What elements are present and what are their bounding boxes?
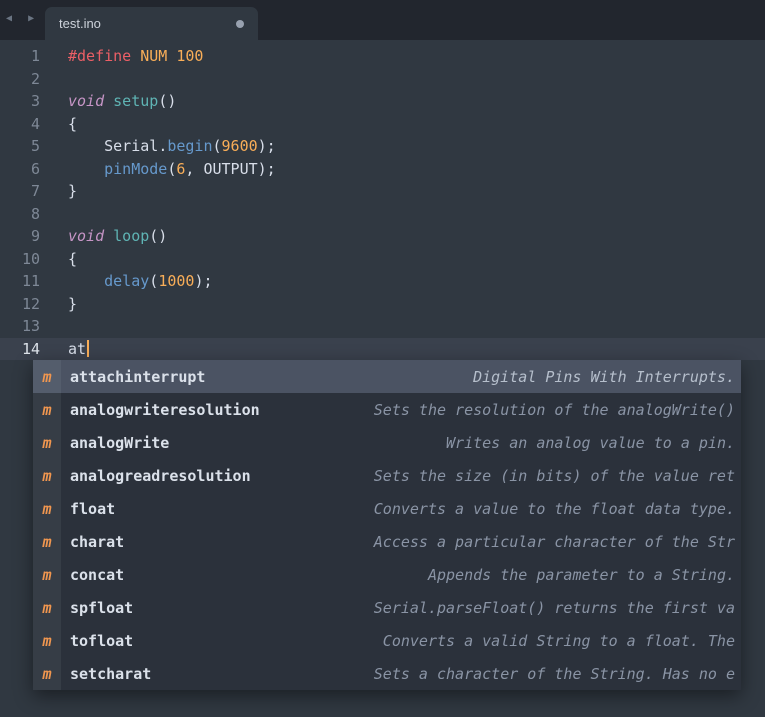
code-editor[interactable]: 1 #define NUM 100 2 3 void setup() 4{5 Serial… — [0, 40, 765, 717]
completion-annotation: Appends the parameter to a String. — [427, 565, 735, 584]
completion-item-analogWrite[interactable]: m analogWrite Writes an analog value to a … — [33, 426, 741, 459]
line-number: 14 — [21, 339, 40, 358]
completion-annotation: Access a particular character of the Str — [373, 532, 735, 551]
code-text: delay(1000); — [104, 272, 213, 290]
tab-scroll-right-icon[interactable]: ▶ — [28, 13, 39, 24]
completion-label: analogwriteresolution — [70, 400, 260, 419]
line-number: 12 — [21, 294, 40, 313]
completion-kind-icon: m — [33, 624, 61, 657]
completion-label: charat — [70, 532, 125, 551]
autocomplete-popup: m attachinterrupt Digital Pins With Interr… — [33, 360, 741, 690]
code-line-12[interactable]: 12} — [0, 293, 765, 316]
line-number: 3 — [30, 92, 40, 110]
line-number: 13 — [21, 317, 40, 335]
code-text: void setup() — [68, 92, 177, 110]
line-number: 7 — [30, 182, 40, 200]
line-number: 5 — [30, 137, 40, 155]
completion-kind-icon: m — [33, 657, 61, 690]
completion-label: setcharat — [70, 664, 152, 683]
completion-kind-icon: m — [33, 525, 61, 558]
completion-kind-icon: m — [33, 492, 61, 525]
code-line-3[interactable]: 3 void setup() — [0, 90, 765, 113]
text-caret — [87, 339, 90, 357]
completion-kind-icon: m — [33, 459, 61, 492]
completion-annotation: Serial.parseFloat() returns the first va — [373, 598, 735, 617]
tab-test-ino[interactable]: test.ino — [45, 7, 258, 40]
completion-label: float — [70, 499, 116, 518]
code-line-13[interactable]: 13 — [0, 315, 765, 338]
code-text: void loop() — [68, 227, 168, 245]
code-line-5[interactable]: 5 Serial.begin(9600); — [0, 135, 765, 158]
modified-indicator-icon[interactable] — [236, 19, 244, 28]
completion-label: analogWrite — [70, 433, 170, 452]
code-line-8[interactable]: 8 — [0, 203, 765, 226]
code-line-4[interactable]: 4{ — [0, 113, 765, 136]
line-number: 4 — [30, 114, 40, 133]
completion-kind-icon: m — [33, 360, 61, 393]
completion-item-spfloat[interactable]: m spfloat Serial.parseFloat() returns the … — [33, 591, 741, 624]
completion-item-tofloat[interactable]: m tofloat Converts a valid String to a flo… — [33, 624, 741, 657]
line-number: 1 — [30, 47, 40, 65]
code-text: { — [68, 249, 78, 268]
completion-item-float[interactable]: m float Converts a value to the float data… — [33, 492, 741, 525]
code-line-1[interactable]: 1 #define NUM 100 — [0, 45, 765, 68]
completion-item-analogwriteresolution[interactable]: m analogwriteresolution Sets the resolutio… — [33, 393, 741, 426]
completion-label: attachinterrupt — [70, 367, 206, 386]
code-line-10[interactable]: 10 { — [0, 248, 765, 271]
line-number: 8 — [30, 204, 40, 223]
code-text: } — [68, 182, 78, 200]
completion-kind-icon: m — [33, 426, 61, 459]
code-line-11[interactable]: 11 delay(1000); — [0, 270, 765, 293]
completion-annotation: Sets the resolution of the analogWrite() — [373, 400, 735, 419]
completion-annotation: Writes an analog value to a pin. — [446, 433, 735, 452]
completion-label: analogreadresolution — [70, 466, 251, 485]
code-lines: 1 #define NUM 100 2 3 void setup() 4{5 Serial… — [0, 40, 765, 360]
code-line-14[interactable]: 14 at — [0, 337, 765, 361]
completion-kind-icon: m — [33, 558, 61, 591]
code-line-7[interactable]: 7} — [0, 180, 765, 203]
completion-kind-icon: m — [33, 393, 61, 426]
line-number: 2 — [30, 69, 40, 88]
completion-label: concat — [70, 565, 125, 584]
code-text: Serial.begin(9600); — [104, 137, 276, 155]
completion-annotation: Digital Pins With Interrupts. — [473, 367, 735, 386]
completion-annotation: Converts a value to the float data type. — [373, 499, 735, 518]
completion-item-analogreadresolution[interactable]: m analogreadresolution Sets the size (in b… — [33, 459, 741, 492]
completion-item-setcharat[interactable]: m setcharat Sets a character of the String… — [33, 657, 741, 690]
line-number: 6 — [30, 159, 40, 178]
completion-item-concat[interactable]: m concat Appends the parameter to a String… — [33, 558, 741, 591]
line-number: 9 — [30, 227, 40, 245]
editor-window: ◀ ▶ test.ino 1 #define NUM 100 2 3 void setu… — [0, 0, 765, 717]
code-text: { — [68, 114, 78, 133]
code-line-6[interactable]: 6 pinMode(6, OUTPUT); — [0, 158, 765, 181]
line-number: 11 — [21, 272, 40, 290]
completion-annotation: Sets a character of the String. Has no e — [373, 664, 735, 683]
tab-scroll-left-icon[interactable]: ◀ — [6, 13, 17, 24]
code-text: } — [68, 294, 78, 313]
completion-annotation: Converts a valid String to a float. The — [382, 631, 735, 650]
completion-label: spfloat — [70, 598, 134, 617]
completion-item-charat[interactable]: m charat Access a particular character of … — [33, 525, 741, 558]
completion-label: tofloat — [70, 631, 134, 650]
tab-bar: ◀ ▶ test.ino — [0, 0, 765, 40]
code-line-2[interactable]: 2 — [0, 68, 765, 91]
completion-kind-icon: m — [33, 591, 61, 624]
code-line-9[interactable]: 9 void loop() — [0, 225, 765, 248]
completion-annotation: Sets the size (in bits) of the value ret — [373, 466, 735, 485]
code-text: at — [68, 338, 90, 361]
line-number: 10 — [21, 249, 40, 268]
code-text: pinMode(6, OUTPUT); — [104, 159, 276, 178]
tab-title: test.ino — [59, 16, 101, 31]
tab-scroll-arrows: ◀ ▶ — [6, 13, 39, 24]
completion-item-attachinterrupt[interactable]: m attachinterrupt Digital Pins With Interr… — [33, 360, 741, 393]
code-text: #define NUM 100 — [68, 47, 204, 65]
